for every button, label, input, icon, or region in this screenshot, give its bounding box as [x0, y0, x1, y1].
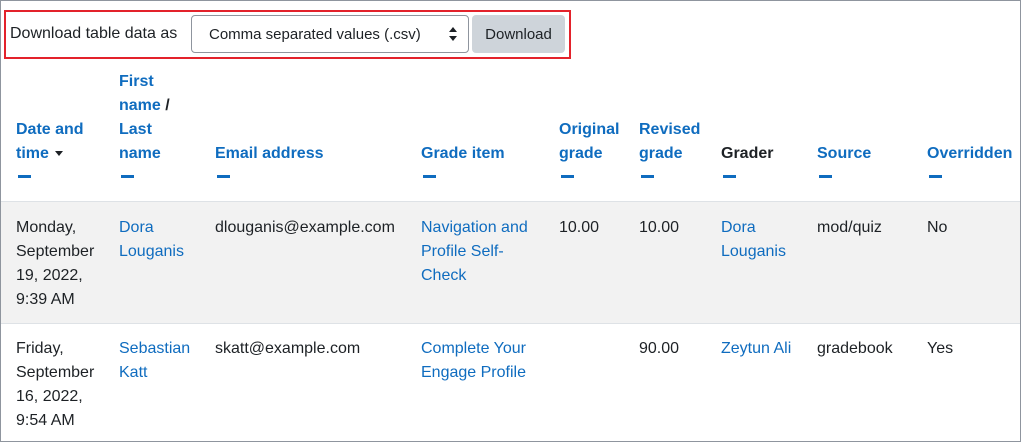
- collapse-overridden-icon[interactable]: [929, 175, 942, 178]
- row-grader-link[interactable]: Zeytun Ali: [721, 337, 791, 361]
- download-button[interactable]: Download: [472, 15, 565, 53]
- revised-header-line2: grade: [639, 145, 683, 162]
- sort-desc-icon: [54, 151, 63, 157]
- original-header-line2: grade: [559, 145, 603, 162]
- sort-source-link[interactable]: Source: [817, 145, 871, 162]
- grader-header-label: Grader: [721, 145, 774, 162]
- collapse-original-grade-icon[interactable]: [561, 175, 574, 178]
- column-header-grader: Grader: [721, 142, 773, 178]
- download-toolbar: Download table data as Comma separated v…: [4, 10, 571, 59]
- row-overridden: Yes: [927, 340, 954, 357]
- row-email: skatt@example.com: [215, 340, 361, 357]
- row-revised-grade: 10.00: [639, 219, 680, 236]
- row-user-link[interactable]: Dora Louganis: [119, 216, 184, 264]
- select-arrows-icon: [449, 27, 457, 41]
- sort-email-link[interactable]: Email address: [215, 145, 324, 162]
- sort-overridden-link[interactable]: Overridden: [927, 145, 1012, 162]
- firstname-header-line2: name: [119, 97, 161, 114]
- collapse-grade-item-icon[interactable]: [423, 175, 436, 178]
- collapse-email-icon[interactable]: [217, 175, 230, 178]
- sort-firstname-link[interactable]: First name: [119, 73, 161, 114]
- sort-original-grade-link[interactable]: Original grade: [559, 121, 619, 162]
- collapse-name-icon[interactable]: [121, 175, 134, 178]
- sort-revised-grade-link[interactable]: Revised grade: [639, 121, 700, 162]
- column-header-source[interactable]: Source: [817, 142, 871, 178]
- row-date: Friday, September 16, 2022, 9:54 AM: [16, 340, 95, 429]
- sort-grade-item-link[interactable]: Grade item: [421, 145, 505, 162]
- date-header-line2: time: [16, 145, 49, 162]
- column-header-overridden[interactable]: Overridden: [927, 142, 1012, 178]
- row-grade-item-link[interactable]: Navigation and Profile Self- Check: [421, 216, 528, 288]
- row-grade-item-link[interactable]: Complete Your Engage Profile: [421, 337, 526, 385]
- revised-header-line1: Revised: [639, 121, 701, 138]
- grade-history-panel: Download table data as Comma separated v…: [0, 0, 1021, 442]
- name-separator: /: [165, 97, 170, 114]
- column-header-revised-grade[interactable]: Revised grade: [639, 118, 700, 178]
- row-grader-link[interactable]: Dora Louganis: [721, 216, 786, 264]
- row-original-grade: 10.00: [559, 219, 600, 236]
- column-header-original-grade[interactable]: Original grade: [559, 118, 619, 178]
- row-revised-grade: 90.00: [639, 340, 680, 357]
- row-source: mod/quiz: [817, 219, 882, 236]
- date-header-line1: Date and: [16, 121, 84, 138]
- row-email: dlouganis@example.com: [215, 219, 395, 236]
- collapse-revised-grade-icon[interactable]: [641, 175, 654, 178]
- lastname-header-line1: Last: [119, 121, 152, 138]
- download-label: Download table data as: [10, 25, 178, 42]
- collapse-date-icon[interactable]: [18, 175, 31, 178]
- collapse-source-icon[interactable]: [819, 175, 832, 178]
- sort-lastname-link[interactable]: Last name: [119, 121, 161, 162]
- row-date: Monday, September 19, 2022, 9:39 AM: [16, 219, 95, 308]
- column-header-grade-item[interactable]: Grade item: [421, 142, 505, 178]
- original-header-line1: Original: [559, 121, 620, 138]
- firstname-header-line1: First: [119, 73, 154, 90]
- lastname-header-line2: name: [119, 145, 161, 162]
- download-format-select[interactable]: Comma separated values (.csv): [191, 15, 469, 53]
- collapse-grader-icon[interactable]: [723, 175, 736, 178]
- row-source: gradebook: [817, 340, 893, 357]
- column-header-email[interactable]: Email address: [215, 142, 324, 178]
- column-header-name: First name / Last name: [119, 70, 170, 178]
- sort-date-link[interactable]: Date and time: [16, 121, 84, 162]
- row-overridden: No: [927, 219, 948, 236]
- download-format-value: Comma separated values (.csv): [209, 26, 421, 43]
- column-header-date[interactable]: Date and time: [16, 118, 84, 178]
- row-user-link[interactable]: Sebastian Katt: [119, 337, 190, 385]
